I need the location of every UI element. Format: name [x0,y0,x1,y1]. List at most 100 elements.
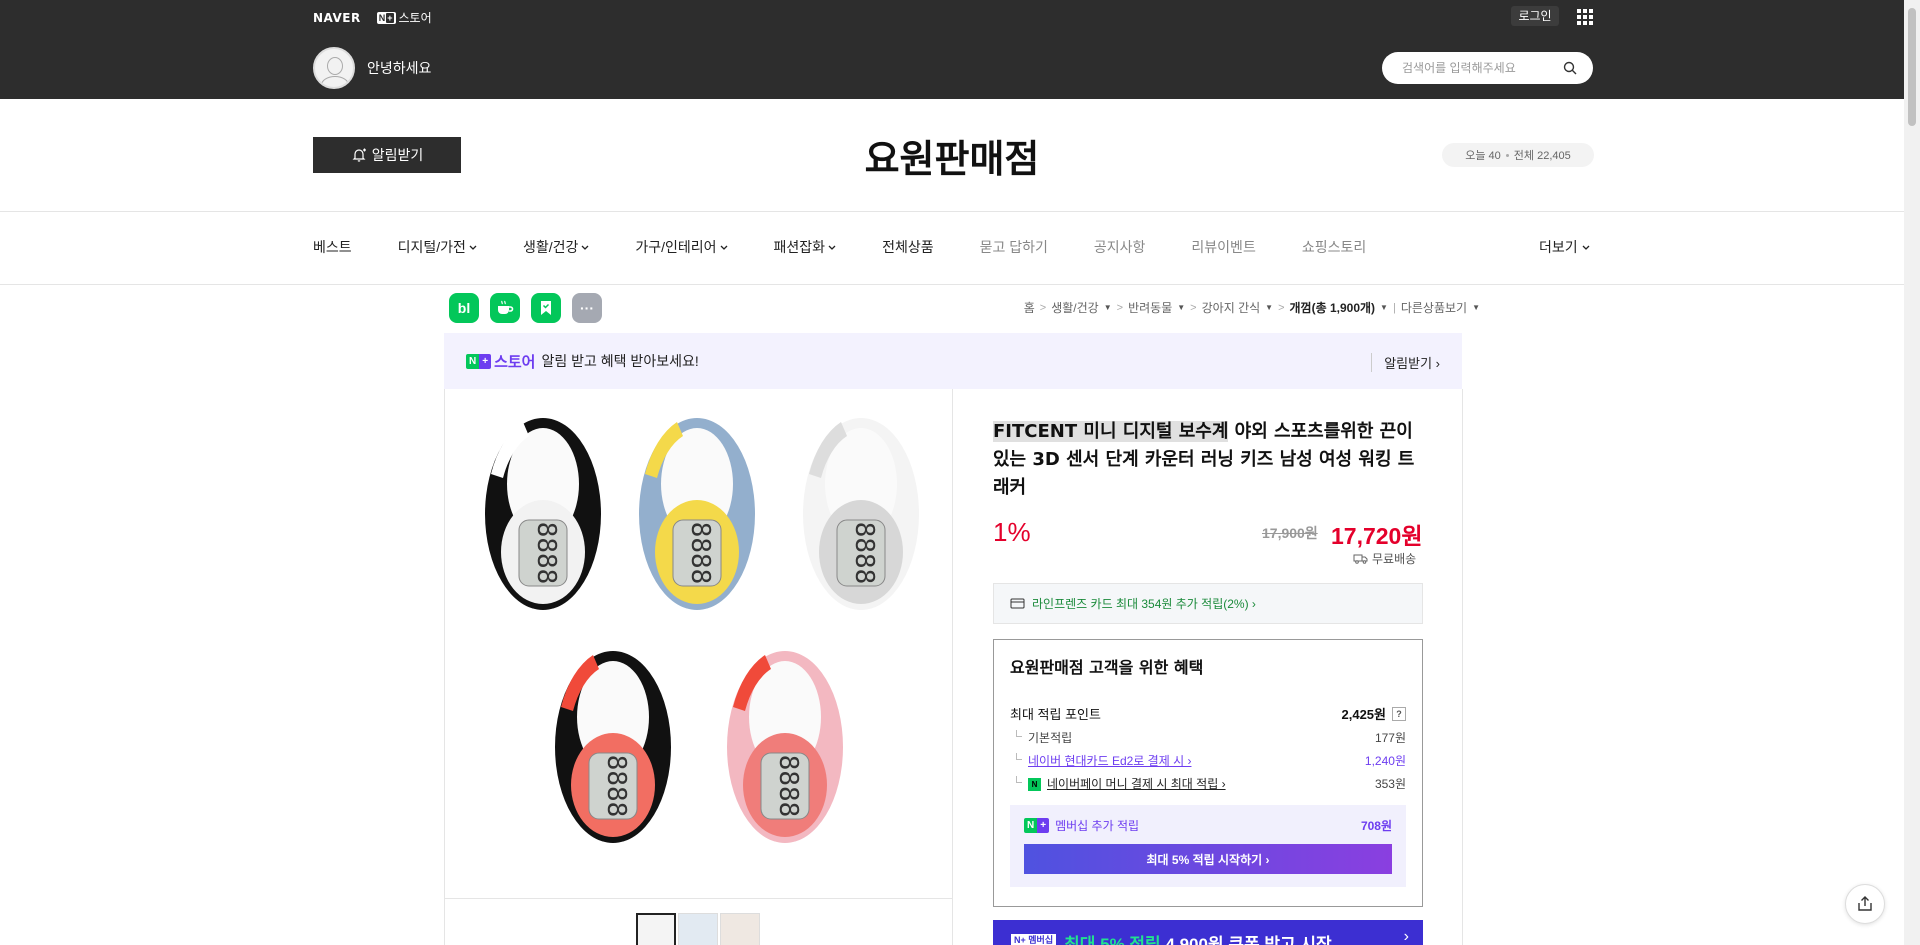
membership-badge: N+ 멤버십 [1011,934,1057,945]
blog-share-icon[interactable]: bl [449,293,479,323]
card-benefit-bar[interactable]: 라인프렌즈 카드 최대 354원 추가 적립(2%) › [993,583,1423,624]
naver-logo[interactable]: NAVER [313,11,361,25]
breadcrumb-other[interactable]: 다른상품보기 [1401,299,1467,316]
pedometer-display: 8888 [849,522,879,585]
store-alarm-promo: N + 스토어 알림 받고 혜택 받아보세요! 알림받기 › [444,333,1462,389]
max-points-label: 최대 적립 포인트 [1010,707,1101,722]
login-link[interactable]: 로그인 [1511,6,1559,26]
category-item[interactable]: 쇼핑스토리 [1302,237,1366,257]
breadcrumb-separator: > [1116,301,1124,314]
chevron-down-icon [1582,245,1590,250]
caret-down-icon[interactable]: ▼ [1265,303,1273,312]
store-logo[interactable]: N + 스토어 [376,9,432,26]
cafe-share-icon[interactable] [490,293,520,323]
divider [444,898,952,899]
card-points-row: 네이버 현대카드 Ed2로 결제 시 › 1,240원 [1010,752,1406,769]
avatar[interactable] [313,47,355,89]
search-box [1382,52,1593,84]
chevron-down-icon [828,245,836,250]
breadcrumb-separator: > [1039,301,1047,314]
npay-points-link[interactable]: 네이버페이 머니 결제 시 최대 적립 › [1047,777,1226,791]
category-label: 공지사항 [1093,239,1146,255]
visitor-total: 전체 22,405 [1513,150,1571,162]
category-item[interactable]: 전체상품 [882,237,934,257]
profile: 안녕하세요 [313,47,431,89]
share-icons: bl ··· [449,293,602,323]
breadcrumb-cat4[interactable]: 개껌(총 1,900개) [1290,299,1376,316]
store-logo-label: 스토어 [398,11,432,25]
category-item[interactable]: 디지털/가전 [398,237,477,257]
promo-store-label: 스토어 [494,353,536,371]
breadcrumb-cat1[interactable]: 생활/건강 [1051,299,1099,316]
category-item[interactable]: 리뷰이벤트 [1191,237,1255,257]
top-header: NAVER N + 스토어 로그인 안녕하세요 [0,0,1904,99]
caret-down-icon[interactable]: ▼ [1380,303,1388,312]
store-title[interactable]: 요원판매점 [0,128,1904,183]
divider [952,389,953,945]
breadcrumb-separator: > [1190,301,1197,314]
bookmark-share-icon[interactable] [531,293,561,323]
category-item[interactable]: 패션잡화 [774,237,837,257]
scrollbar-thumb[interactable] [1908,8,1916,126]
naver-plus-store-logo: N + 스토어 [466,351,535,372]
category-label: 베스트 [313,239,352,255]
caret-down-icon[interactable]: ▼ [1472,303,1480,312]
breadcrumb-cat2[interactable]: 반려동물 [1128,299,1172,316]
card-benefit-text: 라인프렌즈 카드 최대 354원 추가 적립(2%) › [1032,597,1256,611]
basic-points-row: 기본적립 177원 [1010,729,1406,746]
category-item[interactable]: 가구/인테리어 [635,237,727,257]
divider [444,389,445,945]
help-icon[interactable]: ? [1392,706,1406,721]
page-scrollbar[interactable] [1904,0,1920,945]
category-item[interactable]: 베스트 [313,237,352,257]
caret-down-icon[interactable]: ▼ [1104,303,1112,312]
promo-alarm-link[interactable]: 알림받기 › [1371,353,1440,372]
search-icon[interactable] [1563,61,1577,75]
delivery-info: 무료배송 [1353,550,1416,567]
max-points-row: 최대 적립 포인트 2,425원? [1010,704,1406,723]
chevron-right-icon: › [1403,928,1409,945]
card-points-link[interactable]: 네이버 현대카드 Ed2로 결제 시 › [1028,754,1191,768]
more-menu-button[interactable]: 더보기 [1539,237,1590,257]
category-item[interactable]: 공지사항 [1094,237,1146,257]
basic-points-label: 기본적립 [1010,729,1072,746]
apps-grid-icon[interactable] [1577,9,1593,25]
divider [1462,389,1463,945]
pedometer-display: 8888 [601,755,631,818]
more-share-icon[interactable]: ··· [572,293,602,323]
thumbnail-1[interactable] [636,913,676,945]
breadcrumb-cat3[interactable]: 강아지 간식 [1202,299,1261,316]
caret-down-icon[interactable]: ▼ [1177,303,1185,312]
product-main-image[interactable]: 8888 8888 8888 8888 8888 [465,400,935,885]
card-points-cell: 네이버 현대카드 Ed2로 결제 시 › [1010,752,1191,769]
breadcrumb-separator: | [1392,301,1396,314]
pedometer-display: 8888 [531,522,561,585]
category-item[interactable]: 생활/건강 [523,237,589,257]
floating-share-button[interactable] [1845,884,1885,924]
membership-coupon-banner[interactable]: N+ 멤버십 최대 5% 적립 4,900원 쿠폰 받고 시작 › [993,920,1423,945]
product-title-highlight: FITCENT 미니 디지털 보수계 [993,421,1229,442]
divider [0,211,1904,212]
truck-icon [1353,554,1368,564]
benefits-box: 요원판매점 고객을 위한 혜택 최대 적립 포인트 2,425원? 기본적립 1… [993,639,1423,907]
category-item[interactable]: 묻고 답하기 [980,237,1048,257]
coupon-text: 최대 5% 적립 4,900원 쿠폰 받고 시작 [1064,935,1332,945]
breadcrumb-home[interactable]: 홈 [1024,299,1035,316]
naver-plus-badge: N + [1024,818,1050,833]
promo-text: 알림 받고 혜택 받아보세요! [541,353,699,369]
thumbnail-3[interactable] [720,913,760,945]
card-points-value: 1,240원 [1364,754,1406,768]
max-points-value: 2,425원? [1342,704,1406,723]
pedometer-display: 8888 [773,755,803,818]
membership-start-button[interactable]: 최대 5% 적립 시작하기 › [1024,844,1392,874]
visitor-today: 오늘 40 [1465,150,1501,162]
search-input[interactable] [1402,61,1563,75]
category-label: 쇼핑스토리 [1301,239,1367,255]
breadcrumb: 홈 > 생활/건강 ▼ > 반려동물 ▼ > 강아지 간식 ▼ > 개껌(총 1,90… [1024,299,1480,316]
category-label: 가구/인테리어 [635,239,717,255]
original-price: 17,900원 [1262,525,1318,541]
benefits-title: 요원판매점 고객을 위한 혜택 [1010,658,1204,677]
thumbnail-2[interactable] [678,913,718,945]
global-nav: NAVER N + 스토어 [313,9,432,26]
category-label: 생활/건강 [522,239,579,255]
